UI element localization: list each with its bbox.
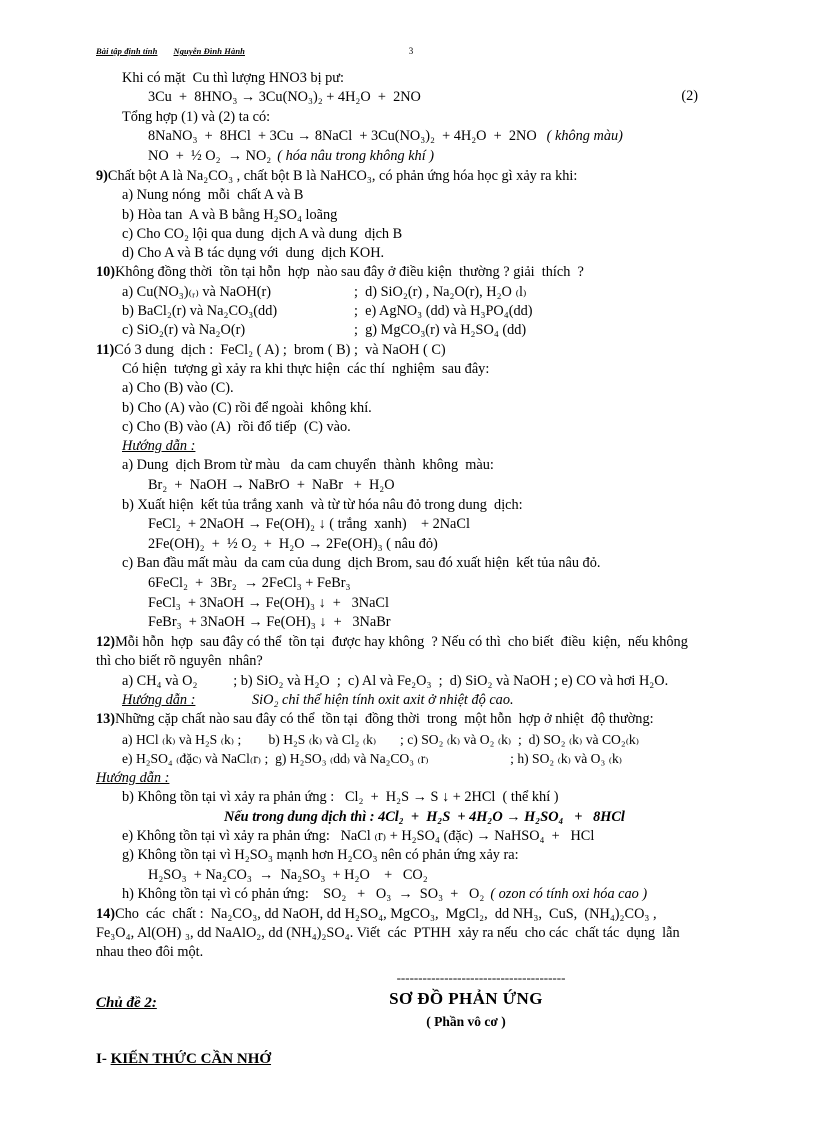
q9-option-b: b) Hòa tan A và B bằng H₂SO₄ loãng bbox=[122, 206, 338, 223]
q11-option-c: c) Cho (B) vào (A) rồi đổ tiếp (C) vào. bbox=[122, 418, 351, 435]
q13-answer-b-note: Nếu trong dung dịch thì : 4Cl₂ + H₂S + 4… bbox=[96, 808, 726, 827]
q10-option-b: b) BaCl₂(r) và Na₂CO₃(dd) bbox=[122, 303, 278, 320]
q11-answer-a: a) Dung dịch Brom từ màu da cam chuyển t… bbox=[122, 457, 494, 474]
equation-tag-2: (2) bbox=[681, 88, 698, 105]
page-header: Bài tập định tính Nguyễn Đình Hành 3 bbox=[96, 46, 726, 60]
q13-answer-b: b) Không tồn tại vì xảy ra phản ứng : Cl… bbox=[122, 789, 559, 806]
q10-option-e: ; e) AgNO₃ (dd) và H₃PO₄(dd) bbox=[354, 303, 533, 320]
q12-huongdan-label: Hướng dẫn : bbox=[122, 691, 252, 710]
q11-answer-c-equation-1: 6FeCl₂ + 3Br₂ → 2FeCl₃ + FeBr₃ bbox=[148, 574, 351, 591]
intro-equation-1: 3Cu + 8HNO₃ → 3Cu(NO₃)₂ + 4H₂O + 2NO bbox=[148, 89, 421, 106]
q10-number: 10) bbox=[96, 264, 116, 281]
q11-option-a: a) Cho (B) vào (C). bbox=[122, 380, 234, 397]
q13-answer-h-text: h) Không tồn tại vì có phản ứng: SO₂ + O… bbox=[122, 886, 485, 903]
q9-number: 9) bbox=[96, 167, 108, 184]
section-divider: --------------------------------------- bbox=[396, 969, 566, 985]
q11-answer-b-equation-1: FeCl₂ + 2NaOH → Fe(OH)₂ ↓ ( trắng xanh) … bbox=[148, 515, 470, 532]
q10-option-d: ; d) SiO₂(r) , Na₂O(r), H₂O ₍l₎ bbox=[354, 283, 527, 300]
eq3-note: ( hóa nâu trong không khí ) bbox=[277, 148, 434, 165]
q11-stem: Có 3 dung dịch : FeCl₂ ( A) ; brom ( B) … bbox=[114, 341, 446, 358]
q14-line-1: Cho các chất : Na₂CO₃, dd NaOH, dd H₂SO₄… bbox=[115, 905, 657, 922]
q13-huongdan-label: Hướng dẫn : bbox=[96, 770, 170, 787]
q13-answer-h: h) Không tồn tại vì có phản ứng: SO₂ + O… bbox=[96, 885, 726, 904]
q11-answer-c-equation-2: FeCl₃ + 3NaOH → Fe(OH)₃ ↓ + 3NaCl bbox=[148, 594, 389, 611]
q9-option-c: c) Cho CO₂ lội qua dung dịch A và dung d… bbox=[122, 225, 403, 242]
q11-answer-b-equation-2: 2Fe(OH)₂ + ½ O₂ + H₂O → 2Fe(OH)₃ ( nâu đ… bbox=[148, 535, 438, 552]
q13-answer-g: g) Không tồn tại vì H₂SO₃ mạnh hơn H₂CO₃… bbox=[122, 847, 519, 864]
section-heading-prefix: I- bbox=[96, 1050, 111, 1067]
q10-option-c: c) SiO₂(r) và Na₂O(r) bbox=[122, 322, 246, 339]
chapter-title: SƠ ĐỒ PHẢN ỨNG bbox=[389, 988, 543, 1008]
question-12: 12)Mỗi hỗn hợp sau đây có thể tồn tại đư… bbox=[96, 633, 726, 652]
q11-answer-c-equation-3: FeBr₃ + 3NaOH → Fe(OH)₃ ↓ + 3NaBr bbox=[148, 614, 391, 631]
page-content: Bài tập định tính Nguyễn Đình Hành 3 Khi… bbox=[96, 46, 726, 1075]
q13-answer-h-note: ( ozon có tính oxi hóa cao ) bbox=[490, 886, 648, 903]
q10-option-a: a) Cu(NO₃)₍ᵣ₎ và NaOH(r) bbox=[122, 283, 272, 300]
chapter-label: Chủ đề 2: bbox=[96, 994, 157, 1011]
q14-number: 14) bbox=[96, 905, 116, 922]
q10-row-3: c) SiO₂(r) và Na₂O(r) ; g) MgCO₃(r) và H… bbox=[96, 321, 726, 340]
q13-answer-e: e) Không tồn tại vì xảy ra phản ứng: NaC… bbox=[122, 828, 595, 845]
intro-line-2: Tổng hợp (1) và (2) ta có: bbox=[122, 109, 271, 126]
question-11: 11)Có 3 dung dịch : FeCl₂ ( A) ; brom ( … bbox=[96, 341, 726, 360]
q11-answer-c: c) Ban đầu mất màu da cam của dung dịch … bbox=[122, 555, 601, 572]
section-heading-label: KIẾN THỨC CẦN NHỚ bbox=[110, 1050, 272, 1067]
question-13: 13)Những cặp chất nào sau đây có thể tồn… bbox=[96, 710, 726, 729]
q11-answer-a-equation: Br₂ + NaOH → NaBrO + NaBr + H₂O bbox=[148, 476, 395, 493]
q12-huongdan-text: Hướng dẫn : bbox=[122, 692, 196, 708]
q12-number: 12) bbox=[96, 634, 116, 651]
intro-equation-2: 8NaNO₃ + 8HCl + 3Cu → 8NaCl + 3Cu(NO₃)₂ … bbox=[96, 127, 726, 147]
q11-line-2: Có hiện tượng gì xảy ra khi thực hiện cá… bbox=[122, 360, 490, 377]
q13-number: 13) bbox=[96, 711, 116, 728]
q12-huongdan-content: SiO₂ chỉ thể hiện tính oxit axit ở nhiệt… bbox=[252, 692, 514, 708]
q12-options: a) CH₄ và O₂ ; b) SiO₂ và H₂O ; c) Al và… bbox=[122, 672, 669, 689]
eq3-text: NO + ½ O₂ → NO₂ bbox=[148, 148, 272, 165]
q9-stem: Chất bột A là Na₂CO₃ , chất bột B là NaH… bbox=[107, 167, 578, 184]
q12-stem-line-2: thì cho biết rõ nguyên nhân? bbox=[96, 653, 263, 670]
q13-answer-b-note-text: Nếu trong dung dịch thì : 4Cl₂ + H₂S + 4… bbox=[224, 808, 625, 825]
chapter-subtitle: ( Phần vô cơ ) bbox=[426, 1013, 506, 1029]
q13-options-row-1: a) HCl ₍k₎ và H₂S ₍k₎ ; b) H₂S ₍k₎ và Cl… bbox=[122, 731, 640, 747]
q12-stem-line-1: Mỗi hỗn hợp sau đây có thể tồn tại được … bbox=[115, 634, 688, 651]
q14-line-3: nhau theo đôi một. bbox=[96, 944, 204, 961]
intro-equation-3: NO + ½ O₂ → NO₂ ( hóa nâu trong không khí… bbox=[96, 147, 726, 167]
q12-huongdan: Hướng dẫn : SiO₂ chỉ thể hiện tính oxit … bbox=[96, 691, 726, 710]
question-10: 10)Không đồng thời tồn tại hỗn hợp nào s… bbox=[96, 263, 726, 282]
q10-option-g: ; g) MgCO₃(r) và H₂SO₄ (dd) bbox=[354, 322, 527, 339]
section-heading: I- KIẾN THỨC CẦN NHỚ bbox=[96, 1051, 271, 1068]
q11-answer-b: b) Xuất hiện kết tủa trắng xanh và từ từ… bbox=[122, 496, 523, 513]
eq2-text: 8NaNO₃ + 8HCl + 3Cu → 8NaCl + 3Cu(NO₃)₂ … bbox=[148, 128, 537, 145]
q11-number: 11) bbox=[96, 341, 115, 358]
document-page: Bài tập định tính Nguyễn Đình Hành 3 Khi… bbox=[0, 0, 816, 1123]
intro-line-1: Khi có mặt Cu thì lượng HNO3 bị pư: bbox=[122, 70, 345, 86]
q10-row-1: a) Cu(NO₃)₍ᵣ₎ và NaOH(r) ; d) SiO₂(r) , … bbox=[96, 283, 726, 302]
question-9: 9)Chất bột A là Na₂CO₃ , chất bột B là N… bbox=[96, 167, 726, 186]
q13-stem: Những cặp chất nào sau đây có thể tồn tạ… bbox=[115, 711, 654, 728]
eq2-note: ( không màu) bbox=[546, 128, 623, 145]
q10-stem: Không đồng thời tồn tại hỗn hợp nào sau … bbox=[115, 264, 584, 281]
page-number: 3 bbox=[408, 46, 414, 56]
question-14: 14)Cho các chất : Na₂CO₃, dd NaOH, dd H₂… bbox=[96, 905, 726, 924]
q14-line-2: Fe₃O₄, Al(OH) ₃, dd NaAlO₂, dd (NH₄)₂SO₄… bbox=[96, 925, 680, 942]
q13-options-row-2: e) H₂SO₄ ₍đặc₎ và NaCl₍r₎ ; g) H₂SO₃ ₍dd… bbox=[122, 751, 623, 767]
q9-option-d: d) Cho A và B tác dụng với dung dịch KOH… bbox=[122, 245, 385, 262]
q9-option-a: a) Nung nóng mỗi chất A và B bbox=[122, 187, 304, 204]
q10-row-2: b) BaCl₂(r) và Na₂CO₃(dd) ; e) AgNO₃ (dd… bbox=[96, 302, 726, 321]
q11-option-b: b) Cho (A) vào (C) rồi để ngoài không kh… bbox=[122, 399, 372, 416]
chapter-header-block: Chủ đề 2: SƠ ĐỒ PHẢN ỨNG ( Phần vô cơ ) … bbox=[96, 989, 726, 1075]
q13-answer-g-equation: H₂SO₃ + Na₂CO₃ → Na₂SO₃ + H₂O + CO₂ bbox=[148, 866, 428, 883]
q11-huongdan-label: Hướng dẫn : bbox=[122, 438, 196, 455]
